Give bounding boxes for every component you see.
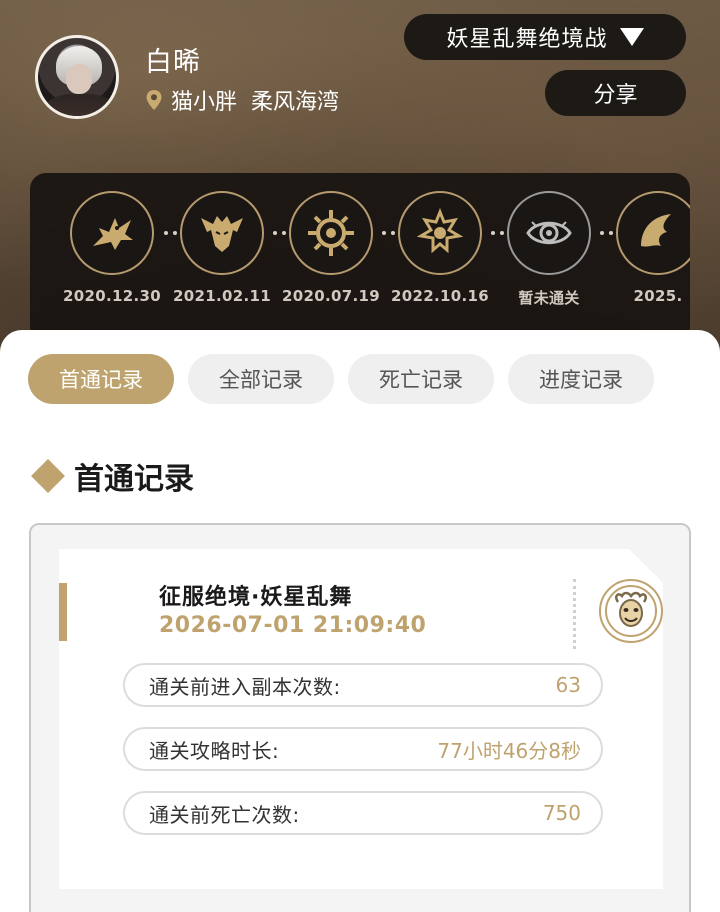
stat-row-duration: 通关攻略时长: 77小时46分8秒 (123, 727, 603, 771)
achievement-track[interactable]: 2020.12.30 2021.02.11 2020.07.19 2022.10… (60, 191, 690, 341)
dragon-emblem-icon (93, 218, 133, 250)
user-location: 猫小胖 柔风海湾 (145, 84, 339, 116)
section-title: 首通记录 (74, 462, 194, 497)
location-server: 柔风海湾 (251, 90, 340, 115)
achievement-item[interactable]: 2021.02.11 (170, 191, 274, 305)
stat-value: 63 (555, 673, 581, 697)
share-button[interactable]: 分享 (545, 70, 686, 116)
record-card: 征服绝境·妖星乱舞 2026-07-01 21:09:40 通关前进入副本次数:… (59, 549, 663, 889)
achievement-date: 2025. (633, 287, 683, 305)
eye-emblem-icon (526, 221, 572, 245)
spiral-crest-emblem-icon (416, 207, 464, 254)
achievement-item[interactable]: 2020.12.30 (60, 191, 164, 305)
tab-death-records[interactable]: 死亡记录 (348, 354, 494, 404)
location-pin-icon (146, 90, 162, 110)
records-sheet: 首通记录 全部记录 死亡记录 进度记录 首通记录 征服绝境·妖星乱舞 2026-… (0, 330, 720, 912)
achievement-date: 2022.10.16 (391, 287, 489, 305)
stat-value: 750 (542, 801, 581, 825)
duty-select-label: 妖星乱舞绝境战 (446, 27, 608, 52)
wing-emblem-icon (641, 214, 671, 247)
achievement-date: 2020.07.19 (282, 287, 380, 305)
achievement-item[interactable]: 2022.10.16 (388, 191, 492, 305)
stat-label: 通关前死亡次数: (149, 802, 300, 827)
tab-all-records[interactable]: 全部记录 (188, 354, 334, 404)
achievement-date: 2021.02.11 (173, 287, 271, 305)
record-title: 征服绝境·妖星乱舞 (159, 585, 353, 610)
dropdown-triangle-icon (619, 28, 644, 46)
profile-header: 白晞 猫小胖 柔风海湾 妖星乱舞绝境战 分享 2020.12.30 2021.0… (0, 0, 720, 360)
tab-first-clear[interactable]: 首通记录 (28, 354, 174, 404)
user-name: 白晞 (145, 47, 201, 78)
stat-label: 通关前进入副本次数: (149, 674, 341, 699)
diamond-icon (31, 459, 65, 493)
duty-select-dropdown[interactable]: 妖星乱舞绝境战 (404, 14, 686, 60)
record-time: 2026-07-01 21:09:40 (159, 613, 427, 638)
stat-row-entries: 通关前进入副本次数: 63 (123, 663, 603, 707)
stat-row-deaths: 通关前死亡次数: 750 (123, 791, 603, 835)
jester-mask-icon (599, 579, 663, 643)
location-world: 猫小胖 (171, 90, 238, 115)
achievement-panel: 2020.12.30 2021.02.11 2020.07.19 2022.10… (30, 173, 690, 343)
dotted-divider (573, 579, 576, 649)
achievement-item[interactable]: 暂未通关 (497, 191, 601, 308)
achievement-item[interactable]: 2025. (606, 191, 690, 305)
avatar[interactable] (35, 35, 119, 119)
sun-wheel-emblem-icon (308, 210, 354, 256)
record-card-frame: 征服绝境·妖星乱舞 2026-07-01 21:09:40 通关前进入副本次数:… (29, 523, 691, 912)
accent-bar (59, 583, 67, 641)
achievement-item[interactable]: 2020.07.19 (279, 191, 383, 305)
demon-emblem-icon (201, 216, 243, 252)
section-header: 首通记录 (30, 454, 194, 498)
record-tabs: 首通记录 全部记录 死亡记录 进度记录 (28, 354, 654, 404)
achievement-date: 暂未通关 (518, 289, 580, 307)
tab-progress-records[interactable]: 进度记录 (508, 354, 654, 404)
stat-label: 通关攻略时长: (149, 738, 280, 763)
stat-value: 77小时46分8秒 (437, 738, 581, 763)
achievement-date: 2020.12.30 (63, 287, 161, 305)
